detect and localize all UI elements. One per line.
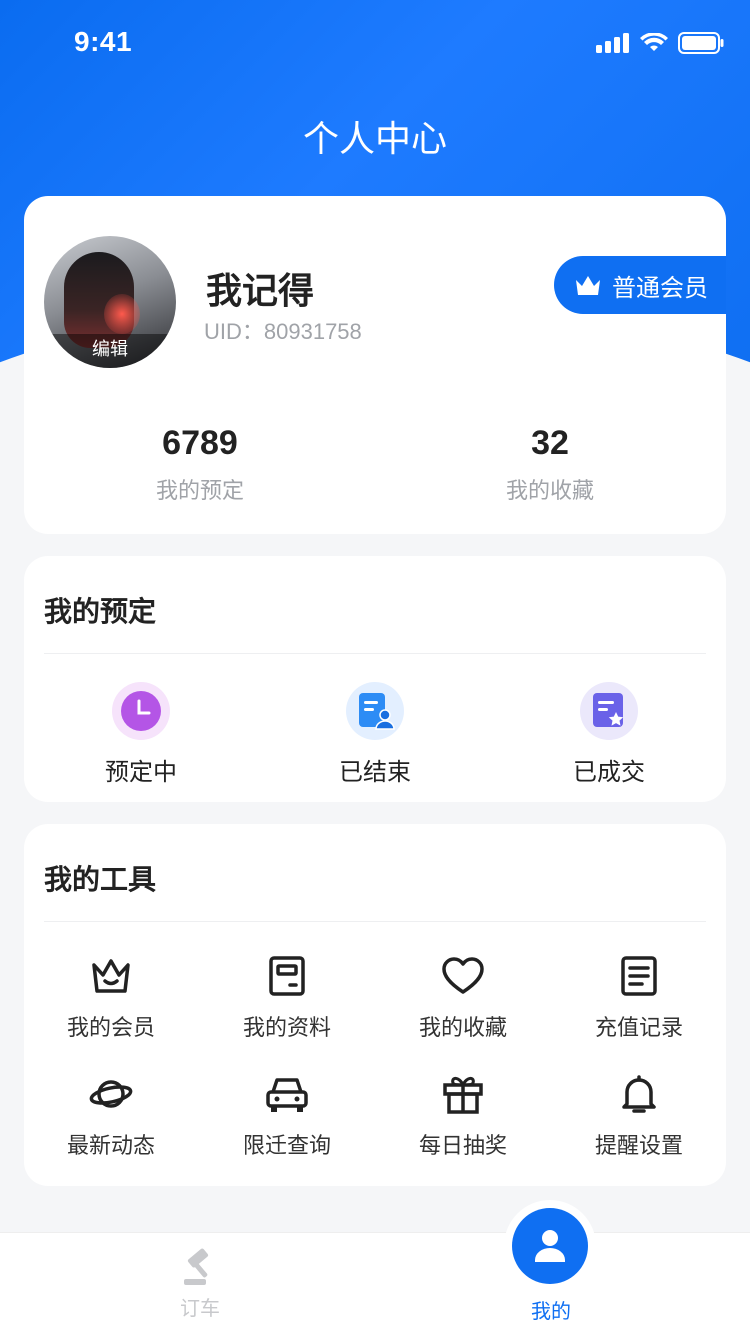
- membership-badge[interactable]: 普通会员: [554, 256, 726, 314]
- booking-item-label: 预定中: [105, 759, 177, 786]
- tool-news[interactable]: 最新动态: [36, 1070, 186, 1160]
- booking-item-pending[interactable]: 预定中: [71, 682, 211, 787]
- tab-label: 订车: [180, 1298, 220, 1320]
- status-time: 9:41: [74, 26, 133, 57]
- tool-profile[interactable]: 我的资料: [212, 952, 362, 1042]
- tool-relocation-check[interactable]: 限迁查询: [212, 1070, 362, 1160]
- tool-label: 限迁查询: [242, 1133, 331, 1158]
- tab-bar: 订车 我的: [0, 1232, 750, 1335]
- stat-bookings[interactable]: 6789 我的预定: [100, 424, 300, 505]
- tool-label: 每日抽奖: [418, 1133, 507, 1158]
- profile-card-icon: [212, 952, 362, 1000]
- crown-icon: [36, 952, 186, 1000]
- stat-favorites[interactable]: 32 我的收藏: [450, 424, 650, 505]
- tool-reminder-settings[interactable]: 提醒设置: [564, 1070, 714, 1160]
- gift-icon: [388, 1070, 538, 1118]
- booking-item-label: 已成交: [573, 759, 645, 786]
- user-uid: UID：80931758: [204, 319, 362, 344]
- divider: [44, 921, 706, 922]
- tool-label: 我的收藏: [418, 1015, 507, 1040]
- page-title: 个人中心: [302, 118, 447, 159]
- document-star-icon: [580, 682, 638, 740]
- tab-mine-button[interactable]: [504, 1200, 596, 1292]
- tab-label: 我的: [531, 1301, 571, 1323]
- stat-favorites-value: 32: [531, 424, 569, 462]
- booking-item-completed[interactable]: 已成交: [539, 682, 679, 787]
- crown-icon: [576, 276, 600, 295]
- document-user-icon: [346, 682, 404, 740]
- tool-label: 我的资料: [242, 1015, 331, 1040]
- car-icon: [212, 1070, 362, 1118]
- planet-icon: [36, 1070, 186, 1118]
- tab-order-car[interactable]: 订车: [100, 1247, 300, 1321]
- gavel-icon: [184, 1248, 209, 1285]
- profile-card: 编辑 我记得 UID：80931758 普通会员 6789 我的预定 32 我的…: [24, 196, 726, 534]
- tab-mine[interactable]: 我的: [451, 1295, 651, 1324]
- booking-item-ended[interactable]: 已结束: [305, 682, 445, 787]
- status-icons: [596, 32, 724, 54]
- signal-icon: [596, 33, 629, 53]
- user-name: 我记得: [206, 270, 315, 311]
- booking-section-title: 我的预定: [44, 596, 157, 627]
- heart-icon: [388, 952, 538, 1000]
- clock-icon: [112, 682, 170, 740]
- booking-item-label: 已结束: [339, 759, 411, 786]
- user-icon: [512, 1208, 588, 1284]
- stat-bookings-label: 我的预定: [155, 478, 244, 503]
- avatar-photo-highlight: [104, 294, 140, 334]
- wifi-icon: [640, 33, 668, 51]
- tool-membership[interactable]: 我的会员: [36, 952, 186, 1042]
- tool-label: 提醒设置: [594, 1133, 683, 1158]
- tool-recharge-history[interactable]: 充值记录: [564, 952, 714, 1042]
- divider: [44, 653, 706, 654]
- tool-label: 最新动态: [66, 1133, 155, 1158]
- stat-bookings-value: 6789: [162, 424, 238, 462]
- status-bar: 9:41: [0, 0, 750, 88]
- tool-label: 充值记录: [594, 1015, 683, 1040]
- avatar-edit-label[interactable]: 编辑: [44, 334, 176, 368]
- bell-icon: [564, 1070, 714, 1118]
- list-document-icon: [564, 952, 714, 1000]
- tools-card: 我的工具 我的会员 我的资料 我的收藏 充值记录 最新动态 限迁查询 每日抽奖 …: [24, 824, 726, 1186]
- membership-label: 普通会员: [612, 274, 708, 302]
- booking-card: 我的预定 预定中 已结束 已成交: [24, 556, 726, 802]
- stat-favorites-label: 我的收藏: [505, 478, 594, 503]
- tools-section-title: 我的工具: [44, 864, 157, 895]
- tool-favorites[interactable]: 我的收藏: [388, 952, 538, 1042]
- tool-label: 我的会员: [66, 1015, 155, 1040]
- avatar[interactable]: 编辑: [44, 236, 176, 368]
- tool-daily-lottery[interactable]: 每日抽奖: [388, 1070, 538, 1160]
- battery-icon: [678, 32, 724, 54]
